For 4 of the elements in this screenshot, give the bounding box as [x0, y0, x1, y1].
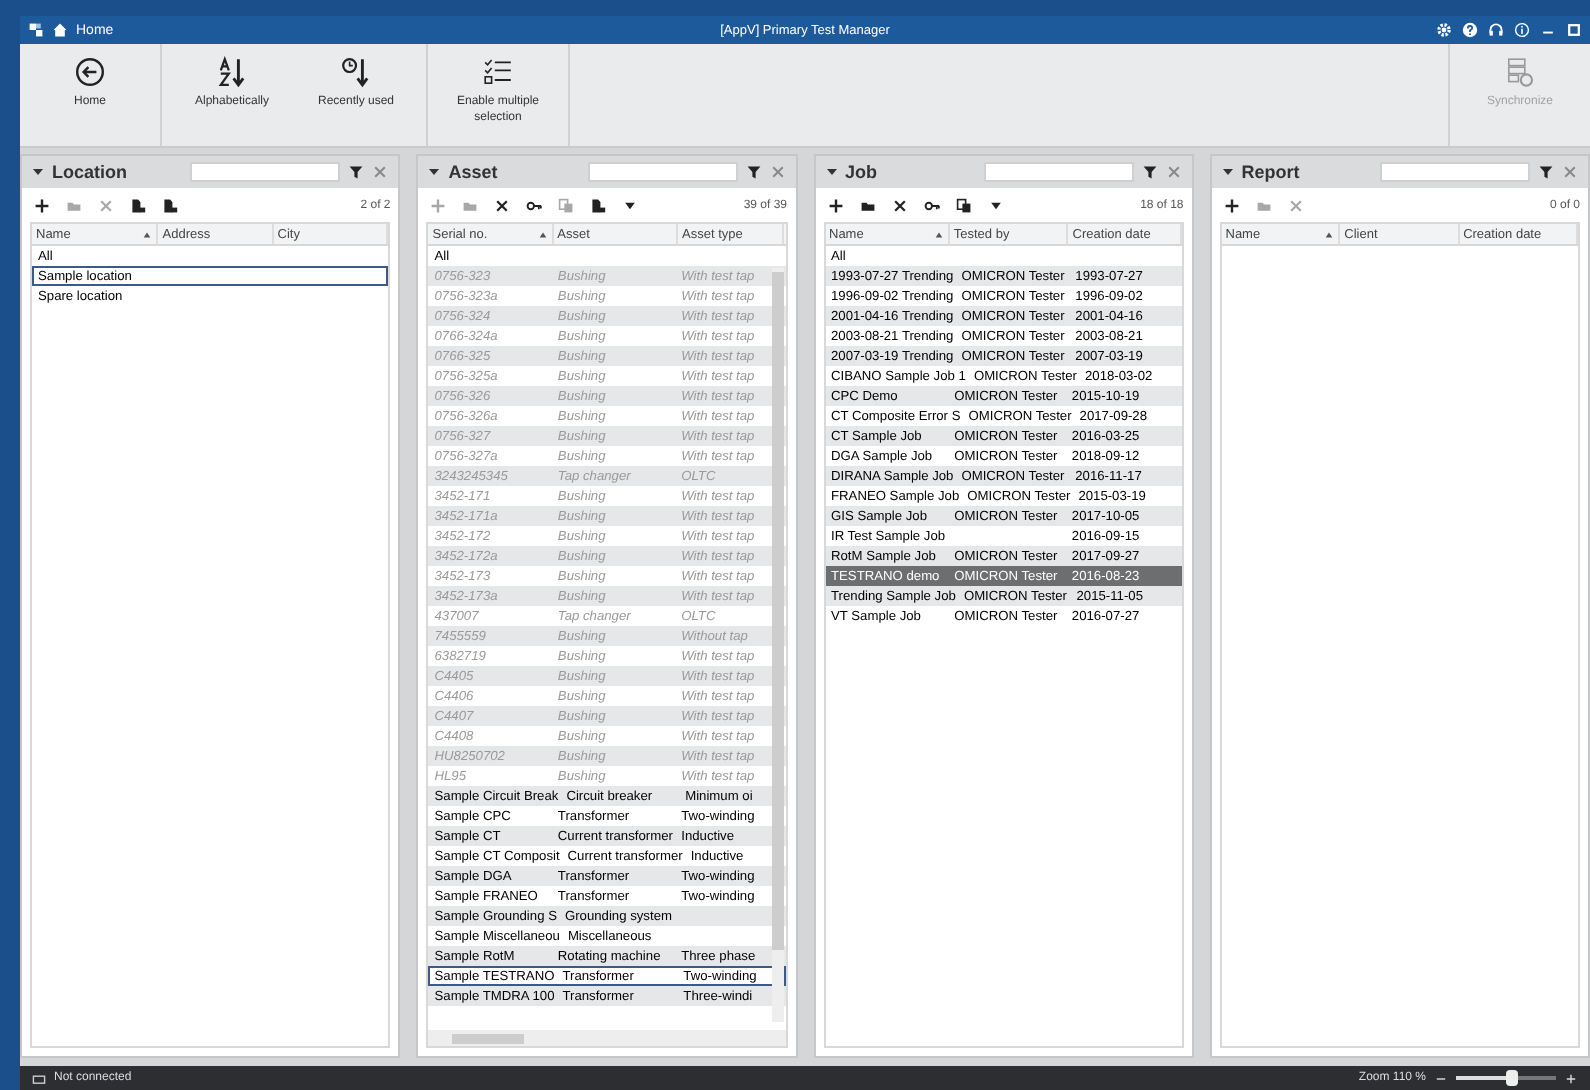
panel-title: Location [52, 162, 127, 182]
panel-title: Job [845, 162, 878, 182]
panel-title: Asset [448, 162, 498, 182]
panel-title: Report [1241, 162, 1300, 182]
